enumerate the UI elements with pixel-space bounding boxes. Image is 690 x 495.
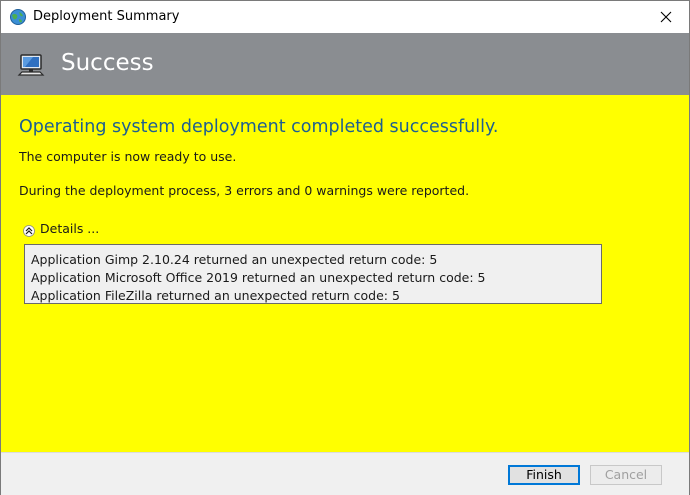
details-label[interactable]: Details ... — [40, 221, 99, 236]
title-bar[interactable]: Deployment Summary — [1, 1, 689, 33]
button-bar: Finish Cancel — [1, 452, 689, 495]
error-report-message: During the deployment process, 3 errors … — [19, 183, 470, 198]
close-button[interactable] — [643, 1, 689, 33]
list-item: Application FileZilla returned an unexpe… — [31, 288, 400, 303]
double-chevron-up-icon[interactable] — [23, 222, 35, 237]
ready-message: The computer is now ready to use. — [19, 149, 237, 164]
status-header: Success — [1, 33, 689, 95]
list-item: Application Gimp 2.10.24 returned an une… — [31, 252, 438, 267]
finish-button[interactable]: Finish — [508, 465, 580, 485]
monitor-icon — [17, 53, 45, 79]
close-icon — [660, 11, 672, 23]
window-title: Deployment Summary — [33, 9, 180, 24]
details-list: Application Gimp 2.10.24 returned an une… — [24, 244, 602, 304]
result-heading: Operating system deployment completed su… — [19, 117, 499, 137]
cancel-button[interactable]: Cancel — [590, 465, 662, 485]
status-title: Success — [61, 50, 154, 76]
summary-content: Operating system deployment completed su… — [1, 95, 689, 452]
deployment-globe-icon — [9, 8, 27, 26]
list-item: Application Microsoft Office 2019 return… — [31, 270, 486, 285]
deployment-summary-window: Deployment Summary Success Operating sys… — [0, 0, 690, 495]
